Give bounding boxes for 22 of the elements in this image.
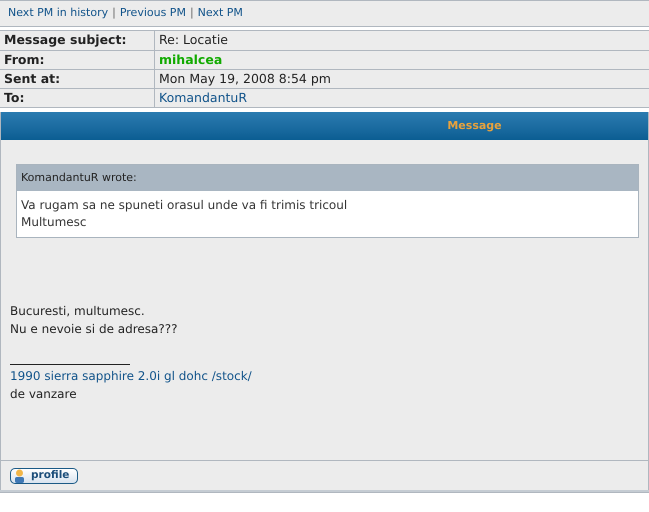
detail-value[interactable]: KomandantuR [155,88,248,108]
signature-text: de vanzare [10,386,78,403]
detail-value: Re: Locatie [158,31,228,50]
detail-label: Message subject: [0,31,155,50]
quote-author: KomandantuR wrote: [17,165,638,191]
message-text: Nu e nevoie si de adresa??? [10,321,179,338]
nav-link[interactable]: Next PM in history [8,5,108,22]
detail-label: From: [0,51,155,69]
detail-label: To: [0,89,155,107]
detail-label: Sent at: [0,70,155,88]
profile-button[interactable]: profile [10,468,78,484]
nav-link[interactable]: Previous PM [120,5,186,22]
quote-text: Multumesc [21,214,88,231]
quote-text: Va rugam sa ne spuneti orasul unde va fi trimis tricoul [21,197,348,214]
separator: | [112,5,116,22]
nav-link[interactable]: Next PM [198,5,243,22]
message-text: Bucuresti, multumesc. [10,303,146,320]
detail-value: Mon May 19, 2008 8:54 pm [158,70,331,88]
user-icon [14,468,25,482]
signature-link[interactable]: 1990 sierra sapphire 2.0i gl dohc /stock/ [10,367,639,385]
header-title: Message [447,118,502,134]
separator: | [190,5,194,22]
